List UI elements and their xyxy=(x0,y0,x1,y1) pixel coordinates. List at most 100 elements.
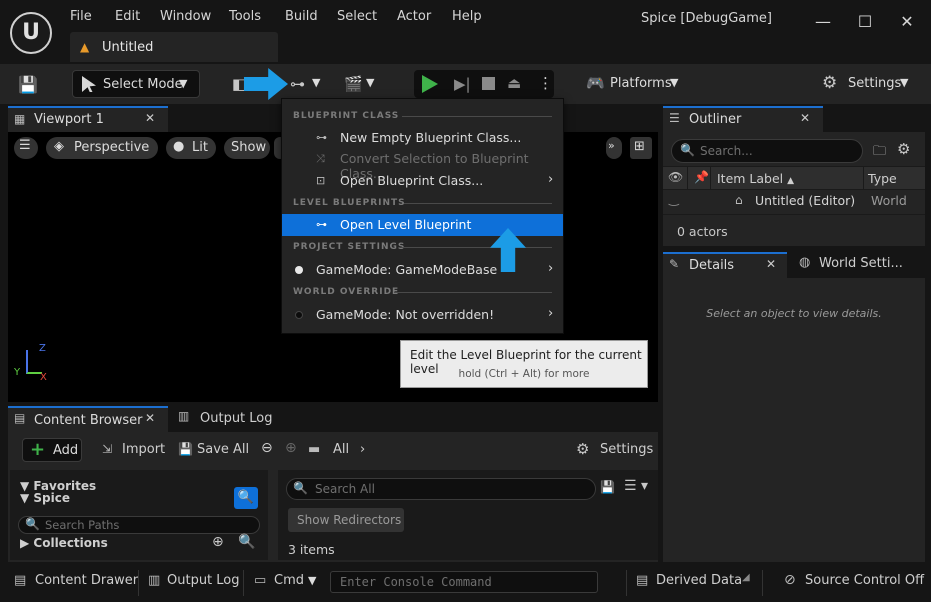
document-tab[interactable]: ▲ Untitled xyxy=(70,32,278,62)
pin-icon[interactable]: 📌 xyxy=(694,170,709,184)
menu-window[interactable]: Window xyxy=(160,9,211,24)
search-icon: 🔍 xyxy=(680,143,695,157)
menu-edit[interactable]: Edit xyxy=(115,9,140,24)
viewport-layout-button[interactable]: ⊞ xyxy=(630,137,652,159)
menu-select[interactable]: Select xyxy=(337,9,377,24)
menu-item-label: New Empty Blueprint Class... xyxy=(340,130,522,145)
path-all[interactable]: All xyxy=(333,442,349,457)
divider xyxy=(402,116,552,117)
output-log-button[interactable]: Output Log xyxy=(167,573,240,588)
search-paths-input[interactable]: 🔍 Search Paths xyxy=(18,516,260,534)
divider xyxy=(243,570,244,596)
blueprints-dropdown-menu: BLUEPRINT CLASS ⊶ New Empty Blueprint Cl… xyxy=(281,98,564,334)
output-log-icon: ▥ xyxy=(178,409,190,423)
axis-z-label: Z xyxy=(39,343,46,354)
level-blueprint-icon: ⊶ xyxy=(316,218,327,231)
viewport-tab-label: Viewport 1 xyxy=(34,112,104,127)
eject-icon[interactable]: ⏏ xyxy=(507,74,521,92)
minimize-button[interactable]: — xyxy=(809,8,837,36)
content-browser-settings-button[interactable]: Settings xyxy=(600,442,653,457)
close-icon[interactable]: ✕ xyxy=(800,111,810,125)
search-all-input[interactable]: 🔍 Search All xyxy=(286,478,596,500)
menu-actor[interactable]: Actor xyxy=(397,9,431,24)
table-row[interactable]: ‿ ⌂ Untitled (Editor) World xyxy=(663,190,925,212)
close-icon[interactable]: ✕ xyxy=(145,111,155,125)
menu-item-new-empty-blueprint[interactable]: ⊶ New Empty Blueprint Class... xyxy=(282,127,563,149)
tab-content-browser[interactable]: ▤ Content Browser ✕ xyxy=(8,406,168,432)
type-column[interactable]: Type xyxy=(868,171,897,186)
menu-file[interactable]: File xyxy=(70,9,92,24)
settings-button[interactable]: ⚙ Settings ▼ xyxy=(820,70,920,98)
close-button[interactable]: ✕ xyxy=(893,8,921,36)
menu-item-open-level-blueprint[interactable]: ⊶ Open Level Blueprint xyxy=(282,214,563,236)
unreal-editor-window: U File Edit Window Tools Build Select Ac… xyxy=(0,0,931,602)
console-command-input[interactable]: Enter Console Command xyxy=(330,571,598,593)
close-icon[interactable]: ✕ xyxy=(766,257,776,271)
play-icon[interactable] xyxy=(422,75,438,93)
item-label-column[interactable]: Item Label ▲ xyxy=(717,171,794,186)
cinematics-button[interactable]: 🎬 ▼ xyxy=(340,70,380,98)
details-panel: Select an object to view details. xyxy=(663,278,925,562)
save-icon[interactable]: 💾 xyxy=(14,72,42,98)
platforms-button[interactable]: 🎮 Platforms ▼ xyxy=(584,70,688,98)
chevron-down-icon: ▼ xyxy=(179,77,188,90)
spice-section[interactable]: ▼ Spice xyxy=(20,491,70,505)
save-search-icon[interactable]: 💾 xyxy=(600,480,615,494)
menu-item-open-blueprint-class[interactable]: ⊡ Open Blueprint Class... › xyxy=(282,170,563,192)
console-placeholder: Enter Console Command xyxy=(340,575,492,589)
menu-item-gamemode-project[interactable]: GameMode: GameModeBase › xyxy=(282,259,563,281)
viewport-menu-button[interactable]: ☰ xyxy=(14,137,38,159)
menu-build[interactable]: Build xyxy=(285,9,318,24)
add-button[interactable]: + Add xyxy=(22,438,82,462)
tab-output-log[interactable]: ▥ Output Log xyxy=(174,406,284,432)
step-icon[interactable]: ▶| xyxy=(454,75,471,93)
tab-world-settings[interactable]: ◍ World Setti... xyxy=(793,252,917,278)
content-drawer-button[interactable]: Content Drawer xyxy=(35,573,138,588)
close-icon[interactable]: ✕ xyxy=(145,411,155,425)
tab-details[interactable]: ✎ Details ✕ xyxy=(663,252,787,278)
chevron-down-icon: ▼ xyxy=(900,76,909,89)
show-redirectors-button[interactable]: Show Redirectors xyxy=(288,508,404,532)
cmd-button[interactable]: ▭ Cmd ▼ xyxy=(250,570,324,594)
source-control-button[interactable]: Source Control Off xyxy=(805,573,924,588)
level-icon: ⌂ xyxy=(735,193,743,207)
perspective-button[interactable]: ◈ Perspective xyxy=(46,137,158,159)
visibility-icon[interactable]: ‿ xyxy=(669,192,679,206)
maximize-button[interactable]: ☐ xyxy=(851,8,879,36)
collections-section[interactable]: ▶ Collections xyxy=(20,536,108,550)
menu-item-gamemode-world[interactable]: GameMode: Not overridden! › xyxy=(282,304,563,326)
unreal-logo-icon[interactable]: U xyxy=(10,12,52,54)
save-all-button[interactable]: Save All xyxy=(197,442,249,457)
tab-viewport-1[interactable]: ▦ Viewport 1 ✕ xyxy=(8,106,168,132)
viewport-expand-button[interactable]: » xyxy=(606,137,622,159)
search-icon[interactable]: 🔍 xyxy=(238,534,255,550)
lit-button[interactable]: ● Lit xyxy=(166,137,216,159)
gear-icon[interactable]: ⚙ xyxy=(897,140,910,158)
derived-data-button[interactable]: Derived Data xyxy=(656,573,742,588)
stop-icon[interactable] xyxy=(482,77,495,90)
eye-icon[interactable]: 👁 xyxy=(668,170,683,184)
import-icon: ⇲ xyxy=(102,442,113,456)
more-options-icon[interactable]: ⋮ xyxy=(538,74,553,92)
search-icon[interactable]: 🔍 xyxy=(234,487,258,509)
chevron-down-icon: ▼ xyxy=(366,76,375,89)
select-mode-label: Select Mode xyxy=(103,77,183,92)
select-mode-button[interactable]: Select Mode ▼ xyxy=(72,70,200,98)
divider xyxy=(762,570,763,596)
add-collection-icon[interactable]: ⊕ xyxy=(212,534,224,550)
chevron-right-icon[interactable]: › xyxy=(360,442,365,457)
filter-icon[interactable]: ☰ ▾ xyxy=(624,478,648,494)
menu-help[interactable]: Help xyxy=(452,9,482,24)
forward-icon[interactable]: ⊕ xyxy=(285,440,297,456)
tab-outliner[interactable]: ☰ Outliner ✕ xyxy=(663,106,823,132)
back-icon[interactable]: ⊖ xyxy=(261,440,273,456)
add-folder-icon[interactable]: 🗀 xyxy=(873,142,886,164)
section-blueprint-class: BLUEPRINT CLASS xyxy=(293,111,400,121)
blueprints-button[interactable]: ⊶ ▼ xyxy=(288,70,328,98)
show-redirectors-label: Show Redirectors xyxy=(297,513,402,527)
outliner-search-input[interactable]: 🔍 Search... xyxy=(671,139,863,163)
menu-tools[interactable]: Tools xyxy=(229,9,261,24)
import-button[interactable]: Import xyxy=(122,442,165,457)
show-button[interactable]: Show xyxy=(224,137,270,159)
chevron-right-icon: › xyxy=(548,261,554,276)
